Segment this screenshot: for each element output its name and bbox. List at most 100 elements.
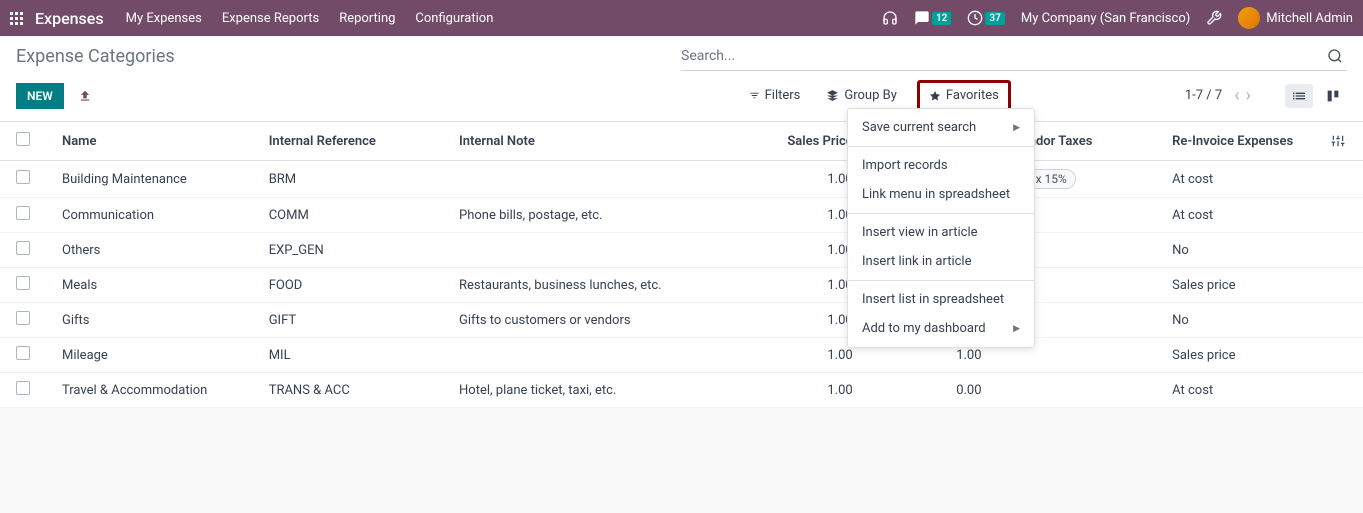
cell-note[interactable]: Phone bills, postage, etc.	[443, 198, 740, 233]
new-button[interactable]: NEW	[16, 83, 64, 109]
dropdown-insert-view[interactable]: Insert view in article	[848, 218, 1034, 247]
cell-reinv[interactable]: Sales price	[1156, 338, 1315, 373]
chat-icon[interactable]: 12	[914, 10, 951, 26]
dropdown-link-menu[interactable]: Link menu in spreadsheet	[848, 180, 1034, 209]
table-row[interactable]: Communication COMM Phone bills, postage,…	[0, 198, 1363, 233]
cell-ref[interactable]: BRM	[253, 161, 443, 198]
cell-ref[interactable]: EXP_GEN	[253, 233, 443, 268]
headset-icon[interactable]	[882, 10, 898, 26]
cell-reinv[interactable]: Sales price	[1156, 268, 1315, 303]
dropdown-divider	[848, 146, 1034, 147]
view-switcher	[1285, 84, 1347, 108]
filter-icon	[749, 90, 760, 101]
select-all-checkbox[interactable]	[16, 132, 30, 146]
kanban-view-icon[interactable]	[1319, 84, 1347, 108]
table-header-row: Name Internal Reference Internal Note Sa…	[0, 122, 1363, 161]
user-name: Mitchell Admin	[1266, 11, 1353, 26]
upload-icon[interactable]	[78, 89, 92, 103]
prev-page-icon[interactable]: ‹	[1234, 85, 1239, 106]
cell-name[interactable]: Travel & Accommodation	[46, 373, 253, 408]
nav-configuration[interactable]: Configuration	[415, 11, 493, 26]
cell-ref[interactable]: TRANS & ACC	[253, 373, 443, 408]
list-view-icon[interactable]	[1285, 84, 1313, 108]
cell-ref[interactable]: GIFT	[253, 303, 443, 338]
apps-icon[interactable]	[10, 12, 23, 25]
avatar	[1238, 7, 1260, 29]
row-checkbox[interactable]	[16, 276, 30, 290]
dropdown-add-dashboard[interactable]: Add to my dashboard ▶	[848, 314, 1034, 343]
search-box[interactable]	[681, 42, 1347, 71]
next-page-icon[interactable]: ›	[1246, 85, 1251, 106]
cell-note[interactable]: Gifts to customers or vendors	[443, 303, 740, 338]
nav-expense-reports[interactable]: Expense Reports	[222, 11, 319, 26]
cell-name[interactable]: Gifts	[46, 303, 253, 338]
dropdown-divider	[848, 213, 1034, 214]
col-name[interactable]: Name	[46, 122, 253, 161]
activity-badge: 37	[985, 12, 1004, 25]
cell-cost[interactable]: 0.00	[869, 373, 998, 408]
dropdown-divider	[848, 280, 1034, 281]
chevron-right-icon: ▶	[1013, 324, 1020, 334]
cell-note[interactable]	[443, 161, 740, 198]
tools-icon[interactable]	[1206, 10, 1222, 26]
cell-note[interactable]	[443, 233, 740, 268]
favorites-button[interactable]: Favorites	[917, 80, 1011, 111]
favorites-dropdown: Save current search ▶ Import records Lin…	[847, 108, 1035, 348]
cell-tax[interactable]	[998, 373, 1157, 408]
cell-note[interactable]	[443, 338, 740, 373]
table-row[interactable]: Meals FOOD Restaurants, business lunches…	[0, 268, 1363, 303]
cell-name[interactable]: Communication	[46, 198, 253, 233]
row-checkbox[interactable]	[16, 381, 30, 395]
cell-reinv[interactable]: At cost	[1156, 198, 1315, 233]
row-checkbox[interactable]	[16, 170, 30, 184]
cell-reinv[interactable]: No	[1156, 233, 1315, 268]
pager: 1-7 / 7 ‹ ›	[1185, 85, 1251, 106]
cell-name[interactable]: Building Maintenance	[46, 161, 253, 198]
cell-ref[interactable]: COMM	[253, 198, 443, 233]
row-checkbox[interactable]	[16, 206, 30, 220]
col-settings[interactable]	[1315, 122, 1363, 161]
pager-text[interactable]: 1-7 / 7	[1185, 88, 1222, 103]
search-input[interactable]	[681, 48, 1347, 64]
user-menu[interactable]: Mitchell Admin	[1238, 7, 1353, 29]
cell-note[interactable]: Restaurants, business lunches, etc.	[443, 268, 740, 303]
control-panel: Expense Categories NEW Filters Group By …	[0, 36, 1363, 122]
groupby-button[interactable]: Group By	[820, 85, 903, 106]
nav-my-expenses[interactable]: My Expenses	[126, 11, 202, 26]
top-nav: Expenses My Expenses Expense Reports Rep…	[0, 0, 1363, 36]
sliders-icon	[1331, 134, 1345, 148]
col-ref[interactable]: Internal Reference	[253, 122, 443, 161]
cell-reinv[interactable]: No	[1156, 303, 1315, 338]
cell-name[interactable]: Meals	[46, 268, 253, 303]
cell-name[interactable]: Mileage	[46, 338, 253, 373]
cell-ref[interactable]: MIL	[253, 338, 443, 373]
table-row[interactable]: Others EXP_GEN 1.00 1.00 No	[0, 233, 1363, 268]
search-icon[interactable]	[1327, 48, 1343, 64]
table-row[interactable]: Gifts GIFT Gifts to customers or vendors…	[0, 303, 1363, 338]
cell-reinv[interactable]: At cost	[1156, 161, 1315, 198]
page-title: Expense Categories	[16, 46, 681, 67]
table-row[interactable]: Travel & Accommodation TRANS & ACC Hotel…	[0, 373, 1363, 408]
cell-reinv[interactable]: At cost	[1156, 373, 1315, 408]
table-row[interactable]: Mileage MIL 1.00 1.00 Sales price	[0, 338, 1363, 373]
row-checkbox[interactable]	[16, 346, 30, 360]
dropdown-insert-link[interactable]: Insert link in article	[848, 247, 1034, 276]
app-name[interactable]: Expenses	[35, 9, 104, 28]
dropdown-import-records[interactable]: Import records	[848, 151, 1034, 180]
cell-note[interactable]: Hotel, plane ticket, taxi, etc.	[443, 373, 740, 408]
filters-button[interactable]: Filters	[743, 85, 807, 106]
cell-price[interactable]: 1.00	[740, 373, 869, 408]
company-selector[interactable]: My Company (San Francisco)	[1021, 11, 1190, 26]
activity-icon[interactable]: 37	[967, 10, 1004, 26]
dropdown-save-search[interactable]: Save current search ▶	[848, 113, 1034, 142]
cell-name[interactable]: Others	[46, 233, 253, 268]
layers-icon	[826, 89, 839, 102]
dropdown-insert-list[interactable]: Insert list in spreadsheet	[848, 285, 1034, 314]
col-reinv[interactable]: Re-Invoice Expenses	[1156, 122, 1315, 161]
cell-ref[interactable]: FOOD	[253, 268, 443, 303]
row-checkbox[interactable]	[16, 241, 30, 255]
col-note[interactable]: Internal Note	[443, 122, 740, 161]
nav-reporting[interactable]: Reporting	[339, 11, 395, 26]
table-row[interactable]: Building Maintenance BRM 1.00 1.00 Tax 1…	[0, 161, 1363, 198]
row-checkbox[interactable]	[16, 311, 30, 325]
